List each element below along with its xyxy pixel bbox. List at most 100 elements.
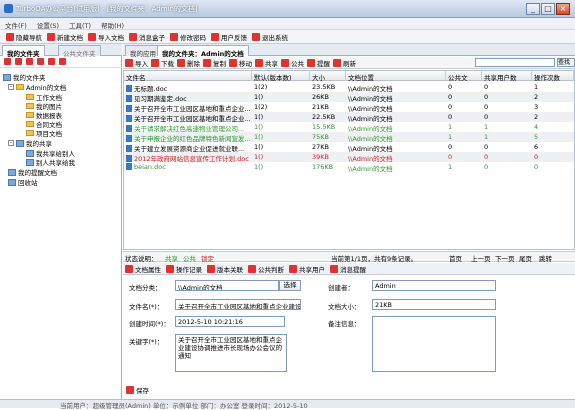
cell-pub: 1 xyxy=(448,163,453,171)
sidebar-tabs: 我的文件夹 公共文件夹 xyxy=(0,44,122,58)
refresh-button[interactable]: 刷新 xyxy=(333,58,356,68)
folder-icon xyxy=(26,94,34,100)
tree-node-root[interactable]: 我的文件夹 xyxy=(3,72,46,82)
cell-ver: 1(2) xyxy=(254,83,268,91)
search-button[interactable]: 查找 xyxy=(557,58,575,67)
cell-loc: \\Admin的文档 xyxy=(348,125,393,132)
download-button[interactable]: 下载 xyxy=(151,58,174,68)
tab-my-folder[interactable]: 我的文件夹 xyxy=(2,45,45,58)
tab-op-records[interactable]: 操作记录 xyxy=(166,264,202,274)
cell-share: 0 xyxy=(484,163,489,171)
table-row[interactable]: 无标题.doc 1(2) 23.5KB \\Admin的文档 0 0 1 xyxy=(124,82,574,92)
table-row[interactable]: 关于建立发展资源商企业促进就业联... 1() 27KB \\Admin的文档 0 0 6 xyxy=(124,142,574,152)
cell-loc: \\Admin的文档 xyxy=(348,85,393,92)
remark-textarea[interactable] xyxy=(372,316,496,372)
size-field[interactable]: 21KB xyxy=(372,299,496,310)
col-filename[interactable]: 文件名 xyxy=(124,71,252,81)
last-page-link[interactable]: 尾页 xyxy=(519,253,532,263)
tab-version[interactable]: 版本关联 xyxy=(207,264,243,274)
category-field[interactable]: \\Admin的文档 xyxy=(175,280,279,291)
table-row[interactable]: 2012年政府网站信息宣传工作计划.doc 1() 39KB \\Admin的文档 0 0… xyxy=(124,152,574,162)
tree-node-shared-to-me[interactable]: 别人共享给我 xyxy=(26,157,75,167)
keyword-textarea[interactable]: 关于召开全市工业园区基地和重点企业建设协调推进市长现场办公会议的通知 xyxy=(175,334,287,372)
first-page-link[interactable]: 首页 xyxy=(449,253,462,263)
jump-link[interactable]: 跳转 xyxy=(539,253,552,263)
collapse-icon[interactable]: - xyxy=(8,140,14,146)
col-op-count[interactable]: 操作次数 xyxy=(532,71,574,81)
edit-folder-icon[interactable] xyxy=(15,58,22,65)
public-button[interactable]: 公共 xyxy=(281,58,304,68)
save-button[interactable]: 保存 xyxy=(126,385,149,395)
col-version[interactable]: 默认(版本数) xyxy=(252,71,310,81)
table-row[interactable]: 关于申报企业的红色品牌特色新闻宣发... 1() 75KB \\Admin的文档 1 1 5 xyxy=(124,132,574,142)
choose-button[interactable]: 选择 xyxy=(279,280,301,291)
tree-node-my-share[interactable]: - 我的共享 xyxy=(8,138,52,148)
bell-icon xyxy=(330,264,338,273)
tree-node-recycle-bin[interactable]: 回收站 xyxy=(8,177,38,187)
move-button[interactable]: 移动 xyxy=(229,58,252,68)
import-button[interactable]: 导入 xyxy=(125,58,148,68)
cell-share: 0 xyxy=(484,113,489,121)
col-share-count[interactable]: 共享用户数 xyxy=(482,71,532,81)
cell-name: 无标题.doc xyxy=(124,82,252,92)
key-icon xyxy=(170,32,178,41)
delete-folder-icon[interactable] xyxy=(26,58,33,65)
sidebar-icon-bar xyxy=(0,56,122,68)
import-doc-button[interactable]: 导入文档 xyxy=(88,32,124,42)
tab-admin-docs[interactable]: 我的文件夹：Admin的文档 xyxy=(157,45,249,58)
tab-share-users[interactable]: 共享用户 xyxy=(289,264,325,274)
prev-page-link[interactable]: 上一页 xyxy=(471,253,491,263)
refresh-icon xyxy=(333,58,341,67)
cell-pub: 0 xyxy=(448,83,453,91)
new-doc-button[interactable]: 新建文档 xyxy=(47,32,83,42)
tab-public-folder[interactable]: 公共文件夹 xyxy=(58,45,101,58)
next-page-link[interactable]: 下一页 xyxy=(495,253,515,263)
delete-button[interactable]: 删除 xyxy=(177,58,200,68)
table-row[interactable]: 见习期满鉴定.doc 1() 26KB \\Admin的文档 0 0 2 xyxy=(124,92,574,102)
close-button[interactable]: × xyxy=(556,3,570,15)
tree-node-admin-docs[interactable]: - Admin的文档 xyxy=(8,82,66,92)
category-label: 文档分类： xyxy=(129,284,162,292)
table-row[interactable]: 关于召开全市工业园区基地和重点企业... 1() 22.5KB \\Admin的文档 0… xyxy=(124,112,574,122)
new-folder-icon[interactable] xyxy=(4,58,11,65)
col-location[interactable]: 文档位置 xyxy=(346,71,446,81)
tab-message-remind[interactable]: 消息提醒 xyxy=(330,264,366,274)
refresh-icon[interactable] xyxy=(59,58,66,65)
copy-button[interactable]: 复制 xyxy=(203,58,226,68)
tab-public-judge[interactable]: 公共判断 xyxy=(248,264,284,274)
search-input[interactable] xyxy=(475,58,555,67)
cell-size: 176KB xyxy=(312,163,334,171)
tree-node-reminder-docs[interactable]: 我的提醒文档 xyxy=(8,167,57,177)
cell-loc: \\Admin的文档 xyxy=(348,105,393,112)
feedback-button[interactable]: 用户反馈 xyxy=(211,32,247,42)
collapse-icon[interactable]: - xyxy=(8,84,14,90)
cell-ops: 0 xyxy=(534,163,539,171)
move-up-icon[interactable] xyxy=(37,58,44,65)
minimize-button[interactable]: _ xyxy=(526,3,540,15)
cell-ver: 1(2) xyxy=(254,103,268,111)
table-row[interactable]: beian.doc 1() 176KB \\Admin的文档 1 0 0 xyxy=(124,162,574,172)
word-doc-icon xyxy=(126,125,132,132)
created-label: 创建时间(*)： xyxy=(129,320,170,328)
tree-node-projects[interactable]: 项目文档 xyxy=(26,128,62,138)
hide-nav-button[interactable]: 隐藏导航 xyxy=(6,32,42,42)
tab-my-apps[interactable]: 我的应用 xyxy=(125,45,161,58)
table-row[interactable]: 关于召开全市工业园区基地和重点企业... 1(2) 21KB \\Admin的文档 0 0… xyxy=(124,102,574,112)
tab-doc-properties[interactable]: 文档属性 xyxy=(125,264,161,274)
created-field[interactable]: 2012-5-10 10:21:16 xyxy=(175,316,285,327)
cell-loc: \\Admin的文档 xyxy=(348,155,393,162)
cell-name: 2012年政府网站信息宣传工作计划.doc xyxy=(124,152,252,162)
creator-field[interactable]: Admin xyxy=(372,280,496,291)
col-public[interactable]: 公共文 xyxy=(446,71,482,81)
message-box-button[interactable]: 消息盒子 xyxy=(129,32,165,42)
share-button[interactable]: 共享 xyxy=(255,58,278,68)
col-size[interactable]: 大小 xyxy=(310,71,346,81)
move-down-icon[interactable] xyxy=(48,58,55,65)
change-password-button[interactable]: 修改密码 xyxy=(170,32,206,42)
maximize-button[interactable]: □ xyxy=(541,3,555,15)
cell-share: 1 xyxy=(484,133,489,141)
table-row[interactable]: 关于请求解决红色高速物业管理公司... 1() 15.5KB \\Admin的文档 1 1… xyxy=(124,122,574,132)
exit-button[interactable]: 退出系统 xyxy=(252,32,288,42)
filename-field[interactable]: 关于召开全市工业园区基地和重点企业建设 xyxy=(175,299,301,310)
remind-button[interactable]: 提醒 xyxy=(307,58,330,68)
